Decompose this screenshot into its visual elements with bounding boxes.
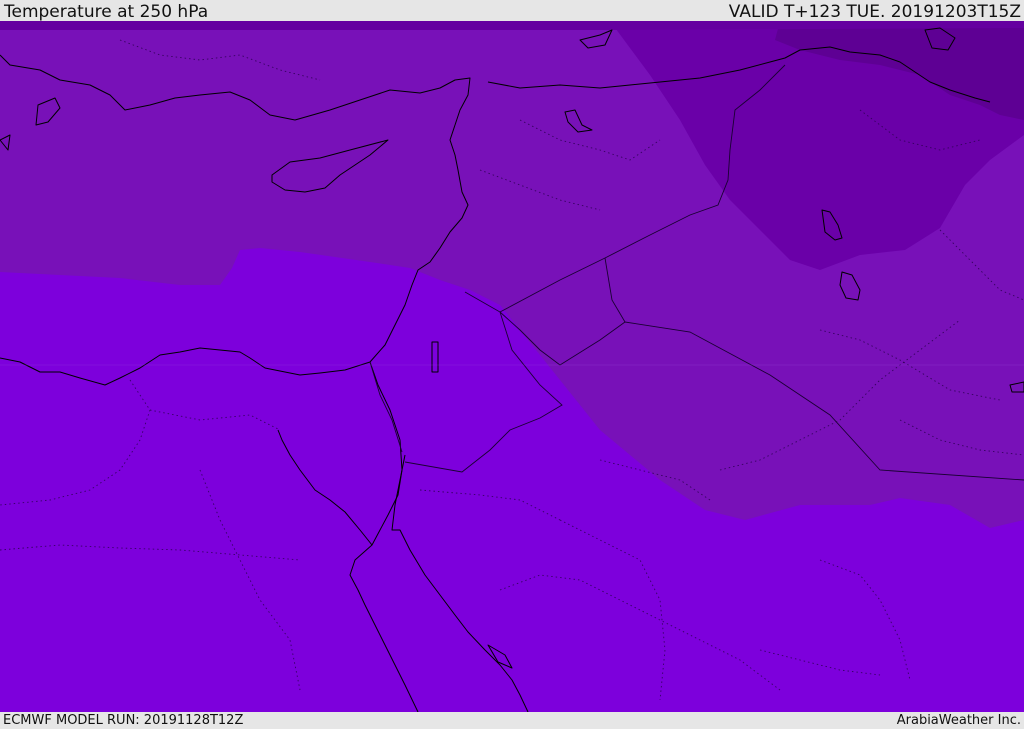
- credit-label: ArabiaWeather Inc.: [896, 713, 1021, 728]
- header-bar: Temperature at 250 hPa VALID T+123 TUE. …: [0, 0, 1024, 21]
- temperature-map[interactable]: [0, 21, 1024, 712]
- footer-bar: ECMWF MODEL RUN: 20191128T12Z ArabiaWeat…: [0, 712, 1024, 729]
- valid-time: VALID T+123 TUE. 20191203T15Z: [728, 2, 1021, 22]
- temperature-band-coldest-strip: [0, 21, 1024, 30]
- map-title: Temperature at 250 hPa: [4, 2, 209, 22]
- model-run-label: ECMWF MODEL RUN: 20191128T12Z: [3, 713, 244, 728]
